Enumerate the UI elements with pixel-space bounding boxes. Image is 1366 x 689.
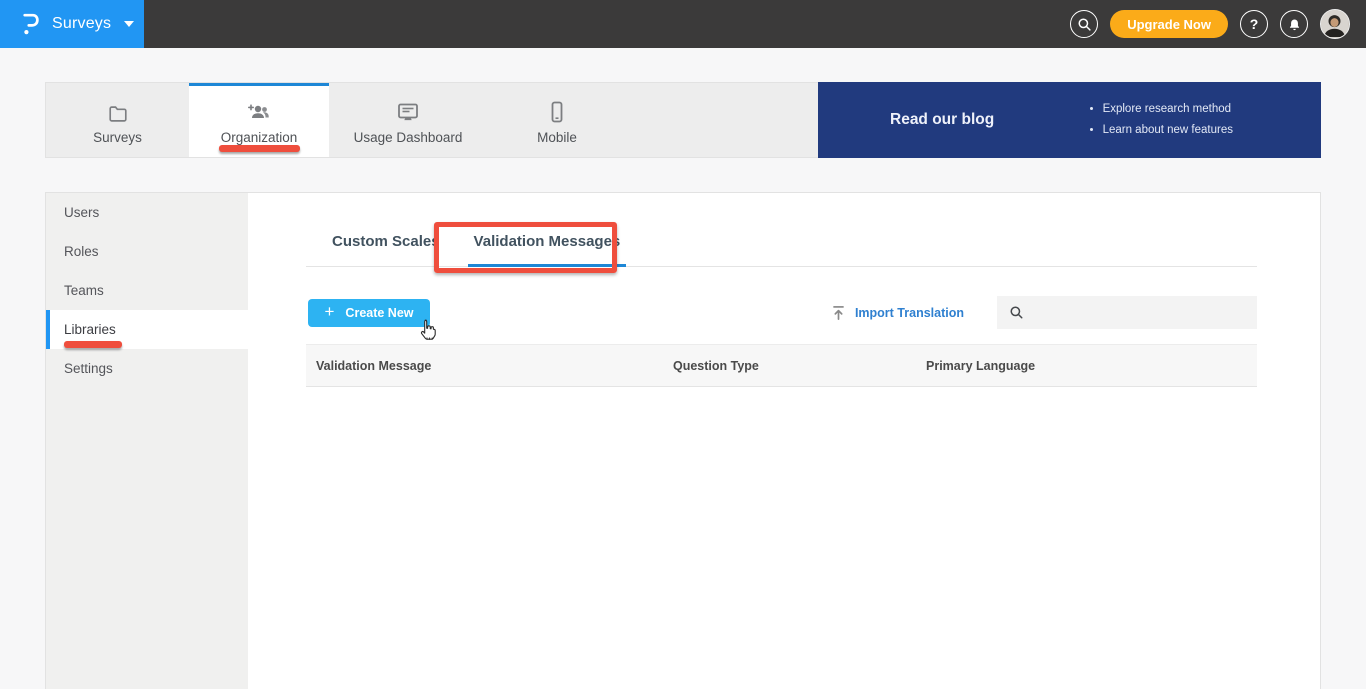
libraries-content: Custom Scales Validation Messages + Crea…: [248, 193, 1320, 689]
organization-panel: Users Roles Teams Libraries Settings Cus…: [45, 192, 1321, 689]
folder-icon: [106, 98, 130, 124]
promo-bullet-list: Explore research method Learn about new …: [1089, 99, 1233, 141]
promo-bullet: Learn about new features: [1103, 120, 1233, 141]
column-header-primary-language: Primary Language: [926, 358, 1036, 373]
sidebar-item-label: Roles: [64, 244, 99, 259]
dashboard-icon: [395, 98, 421, 124]
create-new-button[interactable]: + Create New: [308, 298, 430, 327]
import-icon: [833, 305, 844, 320]
chevron-down-icon: [124, 21, 135, 27]
user-avatar[interactable]: [1320, 9, 1350, 39]
sidebar-item-users[interactable]: Users: [46, 193, 248, 232]
org-sidebar: Users Roles Teams Libraries Settings: [46, 193, 248, 689]
sidebar-item-label: Teams: [64, 283, 104, 298]
tab-validation-messages[interactable]: Validation Messages: [466, 226, 629, 267]
search-icon: [1010, 306, 1023, 319]
import-translation-link[interactable]: Import Translation: [831, 305, 964, 321]
list-toolbar: + Create New Import Translation: [306, 296, 1257, 329]
nav-tab-label: Surveys: [93, 130, 142, 145]
sidebar-item-libraries[interactable]: Libraries: [46, 310, 248, 349]
avatar-photo: [1321, 10, 1348, 37]
blog-promo-banner[interactable]: Read our blog Explore research method Le…: [818, 82, 1321, 158]
search-icon: [1078, 18, 1091, 31]
column-header-validation-message: Validation Message: [316, 358, 432, 373]
nav-tab-label: Organization: [220, 130, 298, 145]
plus-icon: +: [324, 302, 335, 321]
nav-tab-label: Mobile: [537, 130, 577, 145]
nav-tab-usage-dashboard[interactable]: Usage Dashboard: [329, 83, 487, 157]
bell-icon: [1289, 19, 1299, 30]
import-translation-label: Import Translation: [854, 305, 964, 320]
topbar: Surveys Upgrade Now ?: [0, 0, 1366, 48]
sidebar-item-label: Settings: [64, 361, 113, 376]
nav-tab-organization[interactable]: Organization: [189, 83, 329, 157]
primary-nav-row: Surveys Organization Usage Dashboard Mob…: [45, 82, 1321, 158]
search-button[interactable]: [1070, 10, 1099, 38]
column-header-question-type: Question Type: [673, 358, 759, 373]
upgrade-now-button[interactable]: Upgrade Now: [1110, 10, 1228, 38]
mobile-icon: [545, 98, 569, 124]
sidebar-item-label: Users: [64, 205, 100, 220]
product-name: Surveys: [52, 15, 112, 32]
table-header-row: Validation Message Question Type Primary…: [306, 344, 1257, 387]
questionpro-logo-icon: [23, 13, 39, 35]
topbar-actions: Upgrade Now ?: [1070, 9, 1366, 39]
help-button[interactable]: ?: [1240, 10, 1268, 38]
sidebar-item-roles[interactable]: Roles: [46, 232, 248, 271]
list-search-field[interactable]: [997, 296, 1257, 329]
sidebar-item-settings[interactable]: Settings: [46, 349, 248, 388]
search-input[interactable]: [1032, 305, 1232, 320]
nav-tab-surveys[interactable]: Surveys: [46, 83, 189, 157]
nav-tab-label: Usage Dashboard: [353, 130, 463, 145]
annotation-underline-organization: [219, 145, 300, 152]
promo-bullet: Explore research method: [1103, 99, 1233, 120]
promo-title: Read our blog: [890, 111, 995, 128]
notifications-button[interactable]: [1280, 10, 1308, 38]
library-tabs: Custom Scales Validation Messages: [306, 222, 1257, 273]
annotation-underline-libraries: [64, 341, 122, 348]
nav-tab-mobile[interactable]: Mobile: [487, 83, 627, 157]
product-switcher[interactable]: Surveys: [0, 0, 144, 48]
create-new-label: Create New: [345, 305, 414, 320]
sidebar-item-teams[interactable]: Teams: [46, 271, 248, 310]
primary-nav-tabs: Surveys Organization Usage Dashboard Mob…: [45, 82, 818, 158]
people-add-icon: [245, 98, 273, 124]
sidebar-item-label: Libraries: [64, 322, 116, 337]
tab-custom-scales[interactable]: Custom Scales: [306, 226, 466, 266]
